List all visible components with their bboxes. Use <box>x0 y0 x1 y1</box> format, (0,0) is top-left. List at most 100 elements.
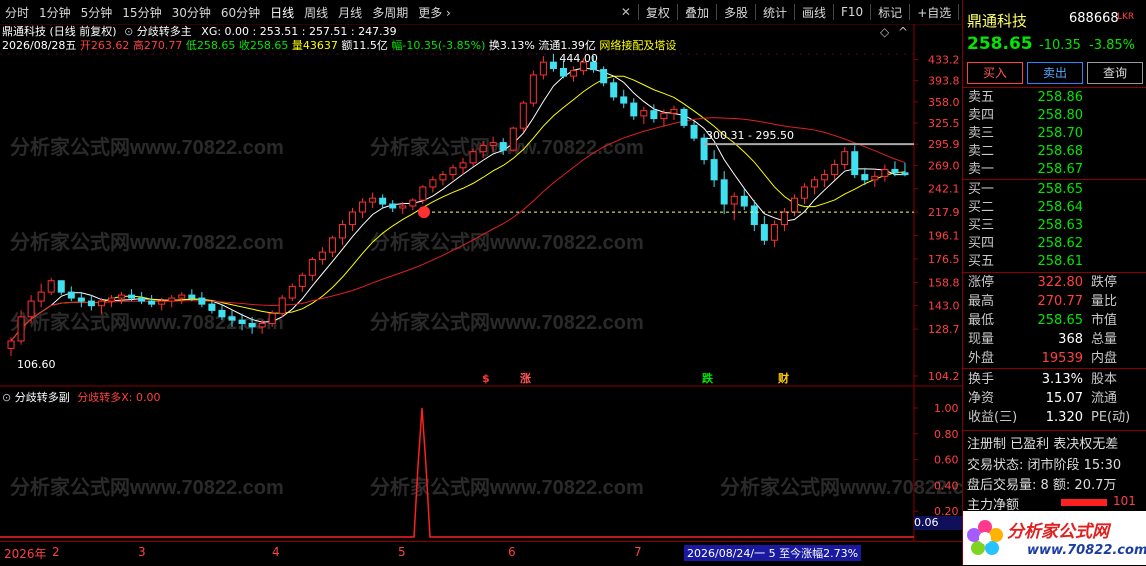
fuquan-button[interactable]: 复权 <box>641 4 675 21</box>
candle-body <box>409 199 417 207</box>
indicator-name[interactable]: 分歧转多主 <box>137 25 192 38</box>
diamond-icon[interactable]: ◇ <box>880 25 889 39</box>
candle-body <box>338 224 347 239</box>
bid-label: 买五 <box>968 254 995 269</box>
f10-button[interactable]: F10 <box>836 5 868 19</box>
bid-row[interactable]: 买五 258.61 <box>963 253 1146 271</box>
overlay-button[interactable]: 叠加 <box>680 4 714 21</box>
tab-daily[interactable]: 日线 <box>265 4 299 21</box>
stock-code: 688668 <box>1069 11 1119 26</box>
stat-row[interactable]: 最低 258.65 市值 <box>963 312 1146 330</box>
candle-body <box>278 297 286 315</box>
sub-indicator-name[interactable]: 分歧转多副 <box>15 391 70 404</box>
overlay-layer: 300.31 - 295.50 444.00 106.60 $ 涨 跌 财 <box>17 52 914 385</box>
tab-weekly[interactable]: 周线 <box>299 4 333 21</box>
moving-average-lines <box>10 67 906 342</box>
price-tick-label: 128.7 <box>928 323 960 336</box>
tab-30min[interactable]: 30分钟 <box>167 4 216 21</box>
ask-row[interactable]: 卖四 258.80 <box>963 107 1146 125</box>
fin-label: 换手 <box>968 372 995 387</box>
ask-price: 258.70 <box>1037 126 1084 141</box>
industry-tag[interactable]: 网络接配及塔设 <box>599 39 676 52</box>
watermark-text: 分析家公式网www.70822.com <box>720 475 962 499</box>
signal-label: 涨 <box>520 371 531 385</box>
candle-body <box>680 108 688 126</box>
bid-row[interactable]: 买四 258.62 <box>963 235 1146 253</box>
candle-body <box>720 179 728 205</box>
time-label: 3 <box>138 545 146 559</box>
kline-chart[interactable]: 分析家公式网www.70822.com 分析家公式网www.70822.com 分析… <box>0 24 962 565</box>
tab-monthly[interactable]: 月线 <box>333 4 367 21</box>
close-icon[interactable]: ✕ <box>616 5 636 19</box>
bar-info-line: 2026/08/28五 开263.62 高270.77 低258.65 收258… <box>2 39 676 53</box>
stat-row[interactable]: 最高 270.77 量比 <box>963 293 1146 311</box>
candle-body <box>891 168 899 174</box>
candle-body <box>349 211 357 226</box>
collapse-up-icon[interactable]: ^ <box>898 25 908 39</box>
price-change-pct: -3.85% <box>1089 38 1135 53</box>
tab-15min[interactable]: 15分钟 <box>117 4 166 21</box>
watermark-text: 分析家公式网www.70822.com <box>10 475 284 499</box>
tab-more[interactable]: 更多 › <box>413 4 456 21</box>
candle-body <box>861 174 869 181</box>
candle-body <box>901 172 909 176</box>
candle-body <box>37 291 45 302</box>
sub-toggle-icon[interactable]: ⊙ <box>2 391 11 404</box>
fin-row[interactable]: 净资 15.07 流通 <box>963 390 1146 408</box>
signal-label: $ <box>482 372 490 385</box>
add-watchlist-button[interactable]: +自选 <box>912 4 956 21</box>
sub-chart-title: ⊙ 分歧转多副 分歧转多X: 0.00 <box>2 389 160 405</box>
stats-button[interactable]: 统计 <box>758 4 792 21</box>
indicator-toggle-icon[interactable]: ⊙ <box>124 25 133 38</box>
stat-label: 最低 <box>968 313 995 328</box>
draw-line-button[interactable]: 画线 <box>797 4 831 21</box>
sub-tick-label: 0.80 <box>934 428 959 441</box>
stat-value: 270.77 <box>1037 294 1084 309</box>
query-button[interactable]: 查询 <box>1087 62 1143 84</box>
tab-5min[interactable]: 5分钟 <box>76 4 118 21</box>
bid-label: 买二 <box>968 200 995 215</box>
ask-row[interactable]: 卖五 258.86 <box>963 89 1146 107</box>
bar-low: 低258.65 <box>185 39 236 52</box>
stat-label-2: 市值 <box>1091 313 1118 328</box>
price-tick-label: 358.0 <box>928 96 960 109</box>
divider <box>715 4 717 20</box>
tab-60min[interactable]: 60分钟 <box>216 4 265 21</box>
ask-label: 卖三 <box>968 126 995 141</box>
sub-extra-value: 0.06 <box>914 516 962 530</box>
tab-1min[interactable]: 1分钟 <box>34 4 76 21</box>
stat-row[interactable]: 外盘 19539 内盘 <box>963 350 1146 368</box>
tab-multi-period[interactable]: 多周期 <box>367 4 413 21</box>
fin-row[interactable]: 换手 3.13% 股本 <box>963 371 1146 389</box>
stat-row[interactable]: 涨停 322.80 跌停 <box>963 274 1146 292</box>
candles-layer <box>7 54 909 357</box>
ask-row[interactable]: 卖三 258.70 <box>963 125 1146 143</box>
time-label: 4 <box>272 545 280 559</box>
candle-body <box>549 61 557 69</box>
ask-row[interactable]: 卖一 258.67 <box>963 161 1146 179</box>
tab-fenshi[interactable]: 分时 <box>0 4 34 21</box>
candle-body <box>198 297 206 305</box>
bid-row[interactable]: 买二 258.64 <box>963 199 1146 217</box>
mark-button[interactable]: 标记 <box>873 4 907 21</box>
candle-body <box>328 237 336 253</box>
bid-row[interactable]: 买一 258.65 <box>963 181 1146 199</box>
chart-area[interactable]: 分析家公式网www.70822.com 分析家公式网www.70822.com 分析… <box>0 24 962 565</box>
sell-button[interactable]: 卖出 <box>1027 62 1083 84</box>
sub-indicator-line <box>0 407 914 538</box>
low-label: 106.60 <box>17 358 56 371</box>
bar-volume: 量43637 <box>291 39 338 52</box>
candle-body <box>429 179 437 188</box>
candle-body <box>780 211 788 226</box>
fin-row[interactable]: 收益(三) 1.320 PE(动) <box>963 409 1146 427</box>
buy-button[interactable]: 买入 <box>967 62 1023 84</box>
time-label: 6 <box>508 545 516 559</box>
candle-body <box>690 124 698 139</box>
stat-row[interactable]: 现量 368 总量 <box>963 331 1146 349</box>
candle-body <box>67 291 75 299</box>
bid-row[interactable]: 买三 258.63 <box>963 217 1146 235</box>
multi-stock-button[interactable]: 多股 <box>719 4 753 21</box>
ask-row[interactable]: 卖二 258.68 <box>963 143 1146 161</box>
stock-badge: LKR <box>1117 12 1135 22</box>
stat-value: 258.65 <box>1037 313 1084 328</box>
